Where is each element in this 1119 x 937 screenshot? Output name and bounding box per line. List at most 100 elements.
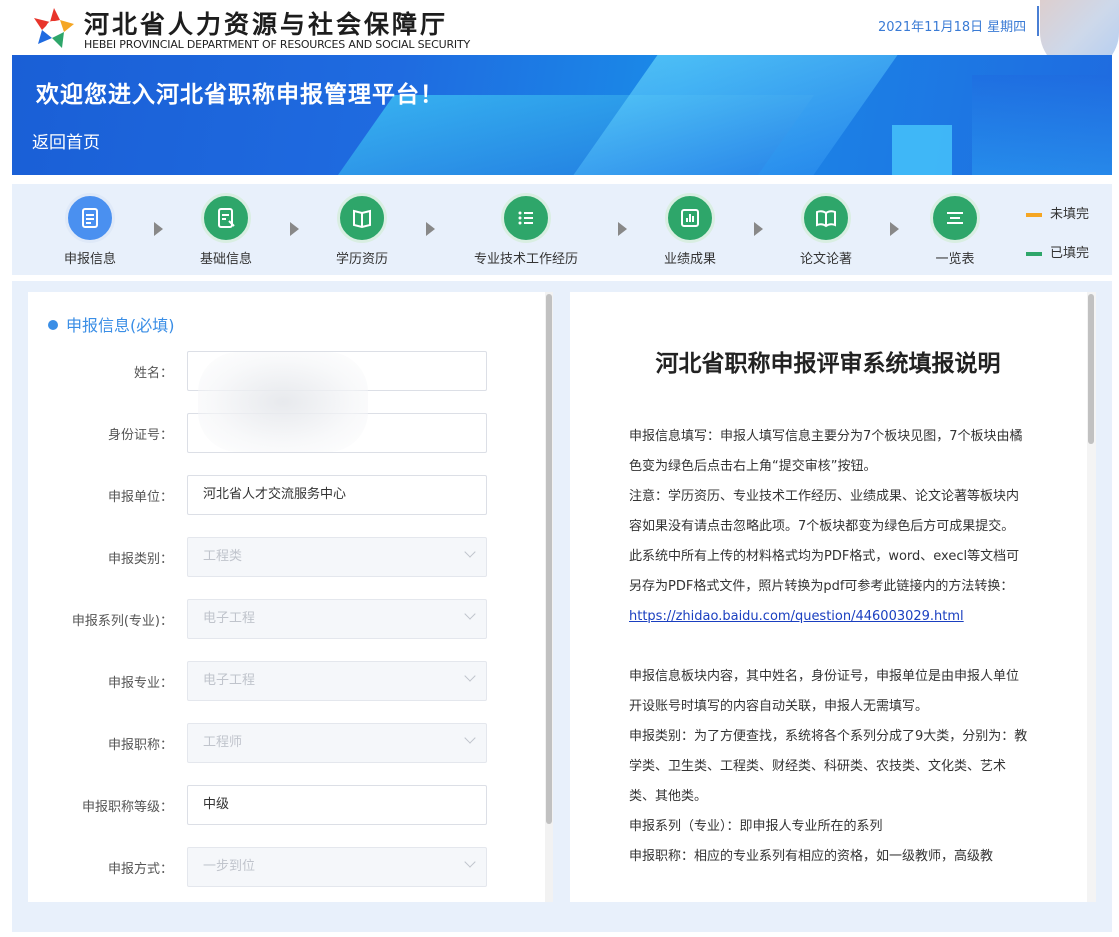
banner-decoration: [892, 125, 952, 175]
menu-icon: [930, 193, 980, 243]
instruction-paragraph: 申报类别：为了方便查找，系统将各个系列分成了9大类，分别为：教学类、卫生类、工程…: [629, 729, 1028, 804]
step-papers[interactable]: 论文论著: [766, 193, 886, 267]
field-label: 申报系列(专业)：: [71, 614, 173, 629]
field-label: 身份证号：: [107, 428, 173, 443]
bullet-icon: [48, 320, 58, 330]
scrollbar-thumb[interactable]: [1088, 294, 1094, 444]
instruction-paragraph: 此系统中所有上传的材料格式均为PDF格式，word、execl等文档可另存为PD…: [629, 542, 1029, 632]
field-label: 申报职称：: [107, 738, 173, 753]
instructions-body: 申报信息填写：申报人填写信息主要分为7个板块见图，7个板块由橘色变为绿色后点击右…: [629, 422, 1029, 872]
select-value: 电子工程: [203, 673, 256, 688]
chevron-down-icon: [464, 856, 476, 868]
book-icon: [337, 193, 387, 243]
field-label: 申报专业：: [107, 676, 173, 691]
select-value: 电子工程: [203, 611, 256, 626]
chart-icon: [665, 193, 715, 243]
step-label: 一览表: [935, 252, 975, 267]
current-date: 2021年11月18日 星期四: [878, 16, 1030, 35]
legend-unfilled-label: 未填完: [1050, 207, 1090, 222]
open-book-icon: [801, 193, 851, 243]
field-label: 申报类别：: [107, 552, 173, 567]
form-icon: [65, 193, 115, 243]
step-achievements[interactable]: 业绩成果: [630, 193, 750, 267]
major-select[interactable]: 电子工程: [187, 661, 487, 701]
progress-steps: 申报信息 基础信息 学历资历 专业技术工作经历 业绩成果 论文论著 一览表 未填…: [12, 184, 1112, 275]
select-value: 工程类: [203, 549, 243, 564]
form-row-unit: 申报单位： 河北省人才交流服务中心: [28, 475, 548, 515]
field-label: 姓名：: [133, 366, 173, 381]
top-header: 河北省人力资源与社会保障厅 HEBEI PROVINCIAL DEPARTMEN…: [0, 0, 1119, 72]
privacy-blur: [198, 352, 368, 452]
list-icon: [501, 193, 551, 243]
step-label: 专业技术工作经历: [473, 252, 578, 267]
form-row-method: 申报方式： 一步到位: [28, 847, 548, 887]
form-row-major: 申报专业： 电子工程: [28, 661, 548, 701]
legend-unfilled: 未填完: [1026, 203, 1089, 222]
section-title: 申报信息(必填): [48, 312, 175, 336]
form-row-level: 申报职称等级： 中级: [28, 785, 548, 825]
instruction-paragraph: 申报信息填写：申报人填写信息主要分为7个板块见图，7个板块由橘色变为绿色后点击右…: [629, 429, 1023, 474]
method-select[interactable]: 一步到位: [187, 847, 487, 887]
title-level-field[interactable]: 中级: [187, 785, 487, 825]
department-logo-icon: [34, 8, 74, 48]
org-name-en: HEBEI PROVINCIAL DEPARTMENT OF RESOURCES…: [84, 38, 470, 51]
field-label: 申报职称等级：: [81, 800, 173, 815]
pdf-guide-link[interactable]: https://zhidao.baidu.com/question/446003…: [629, 609, 964, 624]
step-arrow-icon: [290, 222, 299, 236]
chevron-down-icon: [464, 670, 476, 682]
step-label: 学历资历: [335, 252, 388, 267]
legend-filled: 已填完: [1026, 242, 1089, 261]
step-basic-info[interactable]: 基础信息: [166, 193, 286, 267]
banner-decoration: [972, 75, 1112, 175]
category-select[interactable]: 工程类: [187, 537, 487, 577]
form-row-title: 申报职称： 工程师: [28, 723, 548, 763]
series-select[interactable]: 电子工程: [187, 599, 487, 639]
select-value: 工程师: [203, 735, 243, 750]
header-divider: [1037, 6, 1039, 36]
edit-doc-icon: [201, 193, 251, 243]
instructions-scrollbar[interactable]: [1087, 292, 1096, 902]
legend-filled-label: 已填完: [1050, 246, 1090, 261]
step-education[interactable]: 学历资历: [302, 193, 422, 267]
scrollbar-thumb[interactable]: [546, 294, 552, 824]
instruction-paragraph: 申报系列（专业）：即申报人专业所在的系列: [629, 819, 883, 834]
chevron-down-icon: [464, 608, 476, 620]
instructions-title: 河北省职称申报评审系统填报说明: [655, 351, 1001, 377]
chevron-down-icon: [464, 546, 476, 558]
instruction-paragraph: 申报信息板块内容，其中姓名，身份证号，申报单位是由申报人单位开设账号时填写的内容…: [629, 669, 1020, 714]
form-scrollbar[interactable]: [545, 292, 553, 902]
welcome-banner: 欢迎您进入河北省职称申报管理平台！ 返回首页: [12, 55, 1112, 175]
chevron-down-icon: [464, 732, 476, 744]
org-name-cn: 河北省人力资源与社会保障厅: [84, 10, 449, 39]
weekday-text: 星期四: [987, 20, 1027, 35]
step-arrow-icon: [426, 222, 435, 236]
filled-swatch: [1026, 251, 1042, 256]
step-label: 业绩成果: [663, 252, 716, 267]
step-work-experience[interactable]: 专业技术工作经历: [466, 193, 586, 267]
banner-title: 欢迎您进入河北省职称申报管理平台！: [36, 82, 444, 108]
instruction-text: 此系统中所有上传的材料格式均为PDF格式，word、execl等文档可另存为PD…: [629, 549, 1020, 594]
back-home-link[interactable]: 返回首页: [32, 128, 100, 153]
banner-decoration: [566, 55, 898, 175]
step-arrow-icon: [754, 222, 763, 236]
form-row-category: 申报类别： 工程类: [28, 537, 548, 577]
step-label: 论文论著: [799, 252, 852, 267]
step-arrow-icon: [154, 222, 163, 236]
form-row-series: 申报系列(专业)： 电子工程: [28, 599, 548, 639]
step-overview[interactable]: 一览表: [895, 193, 1015, 267]
title-select[interactable]: 工程师: [187, 723, 487, 763]
date-text: 2021年11月18日: [878, 20, 984, 35]
step-label: 基础信息: [199, 252, 252, 267]
unit-field[interactable]: 河北省人才交流服务中心: [187, 475, 487, 515]
step-arrow-icon: [618, 222, 627, 236]
field-label: 申报方式：: [107, 862, 173, 877]
field-label: 申报单位：: [107, 490, 173, 505]
instruction-paragraph: 注意：学历资历、专业技术工作经历、业绩成果、论文论著等板块内容如果没有请点击忽略…: [629, 489, 1020, 534]
step-apply-info[interactable]: 申报信息: [30, 193, 150, 267]
select-value: 一步到位: [203, 859, 256, 874]
apply-info-form: 申报信息(必填) 姓名： 身份证号： 申报单位： 河北省人才交流服务中心 申报类…: [28, 292, 553, 902]
section-title-text: 申报信息(必填): [66, 316, 175, 335]
instruction-paragraph: 申报职称：相应的专业系列有相应的资格，如一级教师，高级教: [629, 849, 994, 864]
instructions-panel: 河北省职称申报评审系统填报说明 申报信息填写：申报人填写信息主要分为7个板块见图…: [570, 292, 1096, 902]
